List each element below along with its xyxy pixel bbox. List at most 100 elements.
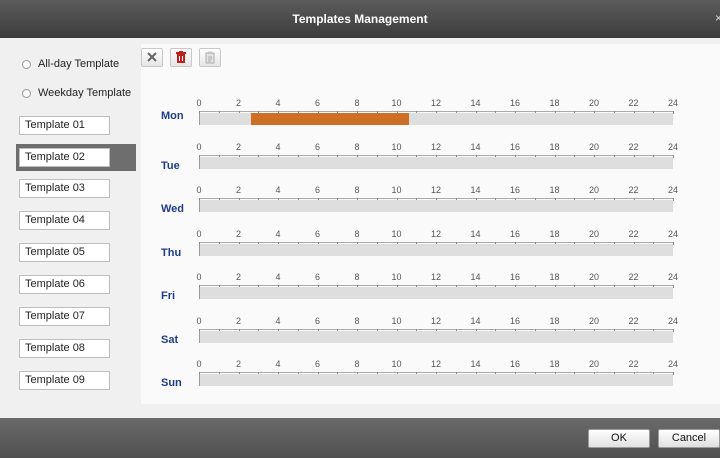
hour-tick-label: 8 [354,98,360,108]
copy-button[interactable] [199,48,221,67]
hour-tick-label: 20 [588,228,599,239]
hour-tick-label: 14 [470,141,481,152]
hour-ruler [199,370,674,375]
day-label: Tue [161,159,180,172]
hour-ruler [199,283,674,288]
timeline-track[interactable] [199,200,673,212]
hour-tick-label: 12 [430,141,441,152]
hour-tick-label: 24 [667,315,678,326]
hour-tick-label: 8 [354,228,360,239]
hour-tick-label: 16 [509,272,520,282]
hour-tick-label: 14 [470,228,481,239]
hour-tick-label: 4 [275,141,281,152]
close-icon[interactable]: × [715,11,720,25]
ruler-tick [673,372,674,375]
hour-tick-label: 18 [549,359,560,369]
timeline-track[interactable] [199,156,673,169]
hour-ruler [199,240,674,245]
timeline-track[interactable] [199,287,673,299]
day-label: Sat [161,333,179,346]
template-item-03[interactable]: Template 03 [19,179,110,198]
hour-tick-label: 24 [667,359,678,369]
hour-tick-label: 10 [391,141,402,152]
timeline-track[interactable] [199,113,673,125]
hour-tick-label: 8 [354,185,360,195]
hour-tick-label: 8 [354,315,360,326]
hour-tick-label: 24 [667,141,678,152]
cancel-button[interactable]: Cancel [658,429,720,448]
hour-tick-label: 0 [196,359,202,369]
weekday-template-option[interactable]: Weekday Template [22,83,131,103]
hour-tick-label: 6 [314,98,320,108]
window-title: Templates Management [292,12,428,26]
template-sidebar: All-day Template Weekday Template Templa… [8,44,138,404]
hour-tick-label: 0 [196,315,202,326]
hour-tick-label: 16 [509,98,520,108]
hour-tick-label: 20 [588,141,599,152]
timeline-track[interactable] [199,374,673,386]
hour-tick-label: 2 [235,228,241,239]
hour-tick-label: 0 [196,141,202,152]
hour-tick-label: 2 [235,272,241,282]
hour-tick-label: 24 [667,272,678,282]
hour-tick-label: 2 [235,141,241,152]
hour-tick-label: 6 [314,315,320,326]
ruler-tick [673,154,674,158]
day-label: Wed [161,203,185,215]
hour-tick-label: 22 [628,98,639,108]
radio-icon[interactable] [22,59,31,69]
hour-tick-label: 12 [430,228,441,239]
erase-button[interactable] [141,48,163,67]
hour-tick-label: 4 [275,359,281,369]
hour-tick-label: 2 [235,315,241,326]
hour-tick-label: 10 [391,228,402,239]
hour-tick-label: 14 [470,98,481,108]
ruler-tick [673,111,674,114]
hour-ruler [199,196,674,201]
ok-button[interactable]: OK [588,429,650,448]
hour-tick-label: 14 [470,359,481,369]
schedule-panel: Mon 0 2 4 6 8 10 12 14 16 18 20 22 24 Tue 0 2 4 6 8 10 12 14 16… [141,44,720,404]
hour-tick-label: 14 [470,315,481,326]
template-item-02[interactable]: Template 02 [19,148,110,167]
hour-tick-label: 4 [275,185,281,195]
hour-tick-label: 20 [588,315,599,326]
templates-management-window: Templates Management × All-day Template … [0,0,720,458]
ruler-tick [673,328,674,332]
template-item-08[interactable]: Template 08 [19,339,110,358]
hour-tick-label: 22 [628,228,639,239]
template-item-07[interactable]: Template 07 [19,307,110,326]
timeline-track[interactable] [199,243,673,256]
hour-tick-label: 20 [588,359,599,369]
hour-ruler [199,153,674,158]
hour-tick-label: 8 [354,272,360,282]
hour-tick-label: 18 [549,272,560,282]
hour-tick-label: 4 [275,98,281,108]
template-item-09[interactable]: Template 09 [19,371,110,390]
hour-tick-label: 10 [391,98,402,108]
radio-label: Weekday Template [38,87,132,99]
hour-tick-label: 2 [235,359,241,369]
hour-tick-label: 16 [509,228,520,239]
all-day-template-option[interactable]: All-day Template [22,54,119,74]
hour-tick-label: 10 [391,315,402,326]
hour-tick-label: 20 [588,185,599,195]
template-item-04[interactable]: Template 04 [19,211,110,230]
radio-icon[interactable] [22,88,31,98]
hour-tick-label: 6 [314,359,320,369]
schedule-segment[interactable] [251,113,410,125]
ruler-tick [673,198,674,201]
template-item-01[interactable]: Template 01 [19,116,110,135]
hour-tick-label: 22 [628,359,639,369]
template-item-05[interactable]: Template 05 [19,243,110,262]
hour-tick-label: 20 [588,98,599,108]
hour-tick-label: 24 [667,185,678,195]
hour-tick-label: 18 [549,315,560,326]
timeline-track[interactable] [199,330,673,343]
hour-tick-label: 6 [314,141,320,152]
hour-tick-label: 0 [196,228,202,239]
template-item-06[interactable]: Template 06 [19,275,110,294]
hour-ruler [199,327,674,332]
delete-button[interactable] [170,48,192,67]
dialog-footer: OK Cancel [0,418,720,458]
